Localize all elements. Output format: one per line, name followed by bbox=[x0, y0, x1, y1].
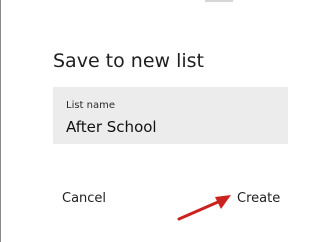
cancel-button[interactable]: Cancel bbox=[62, 190, 106, 208]
create-button[interactable]: Create bbox=[237, 190, 280, 208]
dialog-title: Save to new list bbox=[53, 50, 205, 72]
save-to-new-list-dialog: Save to new list List name After School … bbox=[0, 0, 325, 242]
list-name-label: List name bbox=[66, 100, 116, 111]
list-name-value[interactable]: After School bbox=[66, 117, 157, 137]
list-name-field[interactable]: List name After School bbox=[53, 87, 288, 144]
window-left-border bbox=[0, 0, 1, 242]
arrow-icon bbox=[177, 195, 231, 221]
top-edge-accent bbox=[205, 0, 233, 2]
